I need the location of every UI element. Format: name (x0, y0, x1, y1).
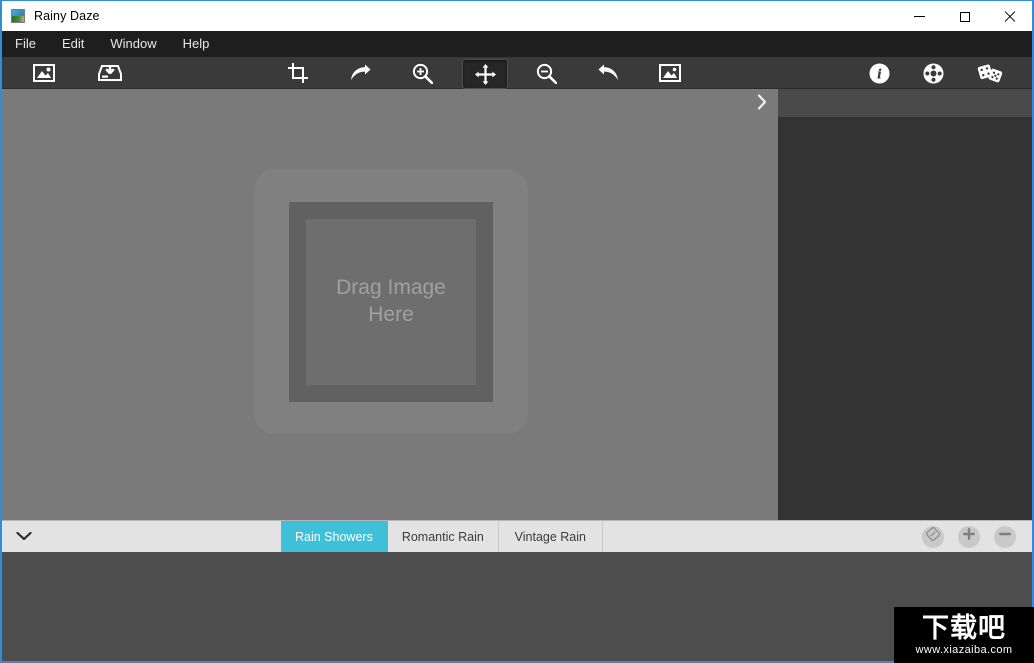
watermark: 下载吧 www.xiazaiba.com (894, 607, 1034, 663)
window-border (0, 0, 1034, 663)
watermark-logo-text: 下载吧 (922, 612, 1006, 644)
watermark-url-text: www.xiazaiba.com (915, 643, 1013, 656)
application-window: Rainy Daze File Edit Window Help i Drag … (0, 0, 1034, 663)
